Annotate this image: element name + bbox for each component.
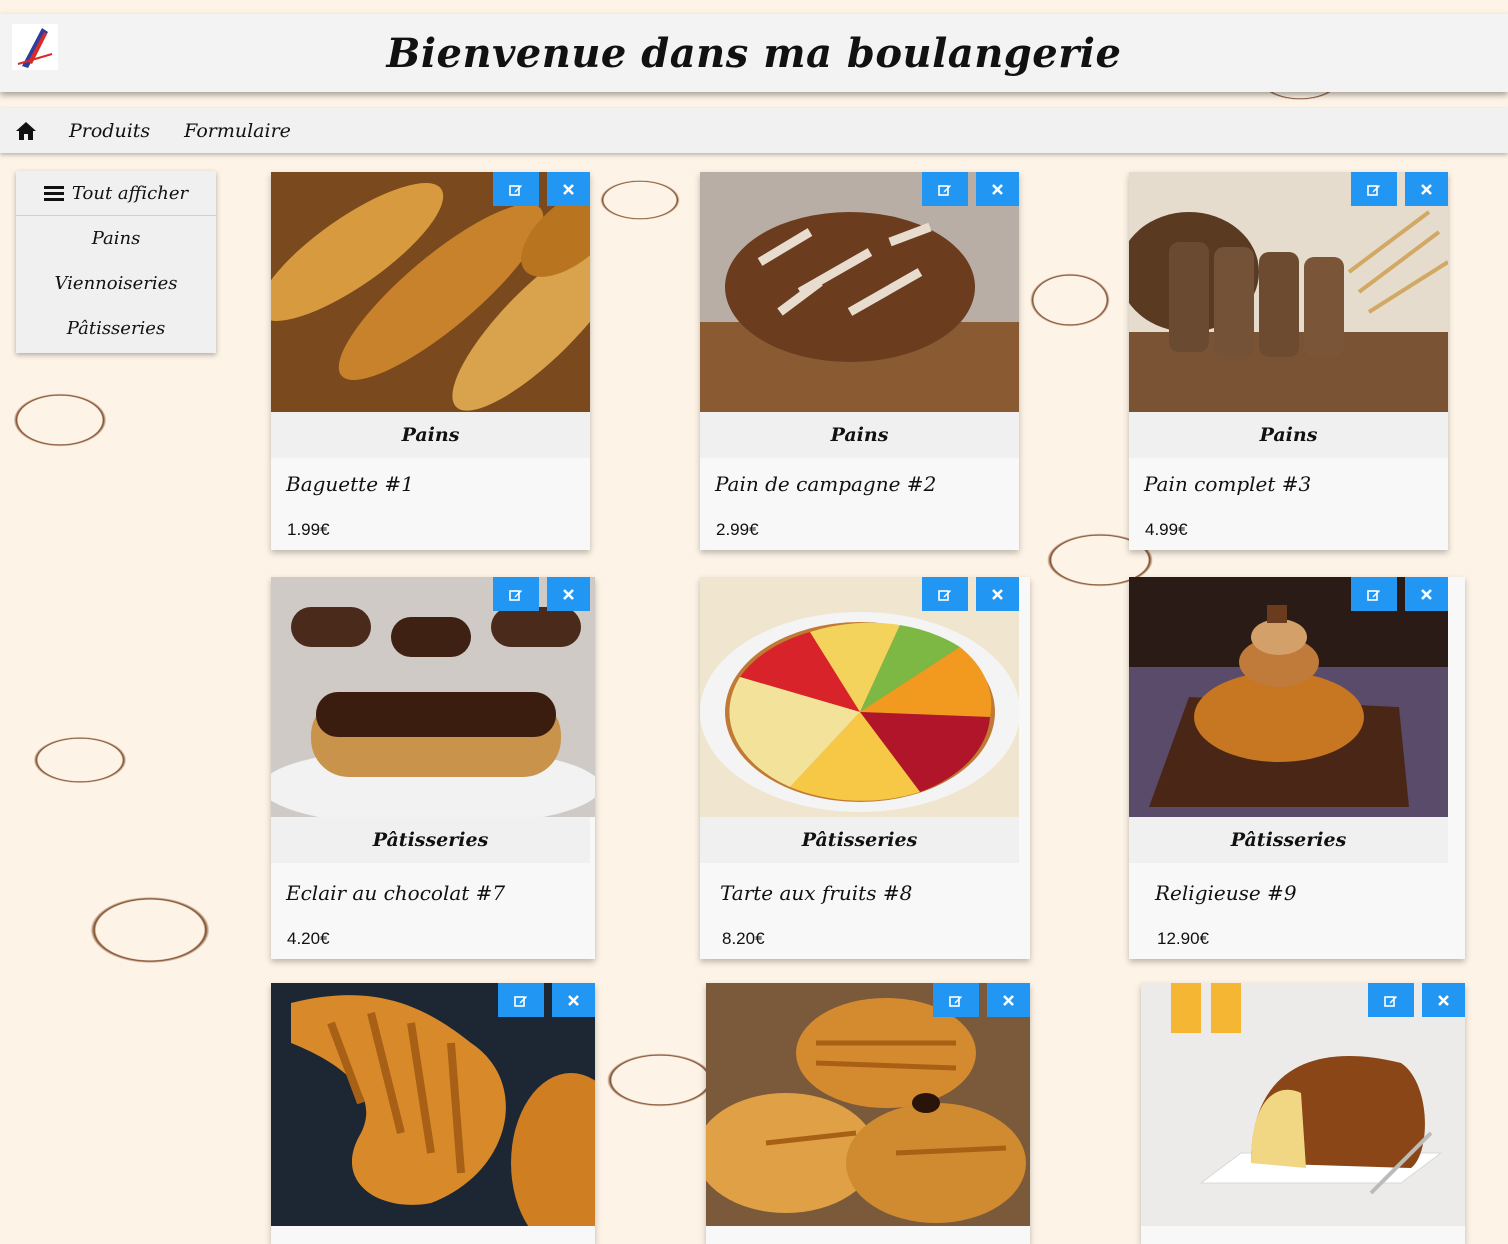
home-icon xyxy=(16,121,36,140)
edit-icon xyxy=(938,589,951,601)
delete-button[interactable] xyxy=(552,983,595,1017)
edit-button[interactable] xyxy=(1351,172,1397,206)
product-image-fruit-tart xyxy=(700,577,1019,817)
menu-icon xyxy=(43,185,64,201)
product-price: 8.20€ xyxy=(722,929,765,948)
close-icon xyxy=(563,588,574,600)
close-icon xyxy=(1421,588,1432,600)
edit-button[interactable] xyxy=(922,172,968,206)
edit-button[interactable] xyxy=(493,172,539,206)
edit-icon xyxy=(938,184,951,196)
nav-produits[interactable]: Produits xyxy=(52,108,167,153)
delete-button[interactable] xyxy=(1405,577,1448,611)
edit-icon xyxy=(514,995,527,1007)
close-icon xyxy=(568,994,579,1006)
home-link[interactable] xyxy=(0,108,52,153)
product-image-wholegrain-bread xyxy=(1129,172,1448,412)
edit-icon xyxy=(949,995,962,1007)
category-sidebar: Tout afficher Pains Viennoiseries Pâtiss… xyxy=(16,171,216,353)
product-card xyxy=(1141,983,1465,1244)
product-price: 1.99€ xyxy=(287,520,330,539)
close-icon xyxy=(563,183,574,195)
product-price: 2.99€ xyxy=(716,520,759,539)
sidebar-item-all[interactable]: Tout afficher xyxy=(16,171,216,216)
edit-icon xyxy=(509,184,522,196)
close-icon xyxy=(1438,994,1449,1006)
product-name: Pain complet #3 xyxy=(1144,472,1312,496)
sidebar-item-pains[interactable]: Pains xyxy=(16,216,216,261)
product-card: Pains Pain de campagne #2 2.99€ xyxy=(700,172,1019,550)
product-price: 4.99€ xyxy=(1145,520,1188,539)
delete-button[interactable] xyxy=(987,983,1030,1017)
product-category: Pâtisseries xyxy=(700,817,1019,863)
edit-button[interactable] xyxy=(498,983,544,1017)
delete-button[interactable] xyxy=(547,577,590,611)
site-header: Bienvenue dans ma boulangerie xyxy=(0,14,1508,92)
delete-button[interactable] xyxy=(976,172,1019,206)
edit-icon xyxy=(509,589,522,601)
navbar: Produits Formulaire xyxy=(0,108,1508,153)
sidebar-item-patisseries[interactable]: Pâtisseries xyxy=(16,306,216,351)
edit-icon xyxy=(1384,995,1397,1007)
product-category: Pains xyxy=(1129,412,1448,458)
product-image-baguettes xyxy=(271,172,590,412)
product-price: 4.20€ xyxy=(287,929,330,948)
product-name: Tarte aux fruits #8 xyxy=(720,881,913,905)
product-card: Pâtisseries Religieuse #9 12.90€ xyxy=(1129,577,1465,959)
product-image-pain-au-chocolat xyxy=(706,983,1030,1226)
close-icon xyxy=(1003,994,1014,1006)
nav-formulaire[interactable]: Formulaire xyxy=(167,108,308,153)
close-icon xyxy=(1421,183,1432,195)
edit-button[interactable] xyxy=(933,983,979,1017)
product-image-croissant xyxy=(271,983,595,1226)
page-title: Bienvenue dans ma boulangerie xyxy=(386,29,1122,77)
product-image-country-loaf xyxy=(700,172,1019,412)
product-image-chocolate-eclair xyxy=(271,577,595,817)
product-name: Baguette #1 xyxy=(286,472,414,496)
product-card: Pâtisseries Eclair au chocolat #7 4.20€ xyxy=(271,577,595,959)
edit-button[interactable] xyxy=(1351,577,1397,611)
close-icon xyxy=(992,588,1003,600)
close-icon xyxy=(992,183,1003,195)
delete-button[interactable] xyxy=(547,172,590,206)
logo xyxy=(12,24,58,70)
product-card xyxy=(271,983,595,1244)
product-card xyxy=(706,983,1030,1244)
product-card: Pains Pain complet #3 4.99€ xyxy=(1129,172,1448,550)
product-card: Pâtisseries Tarte aux fruits #8 8.20€ xyxy=(700,577,1030,959)
product-name: Pain de campagne #2 xyxy=(715,472,937,496)
product-price: 12.90€ xyxy=(1157,929,1209,948)
edit-button[interactable] xyxy=(1368,983,1414,1017)
product-category: Pâtisseries xyxy=(271,817,590,863)
product-image-brioche xyxy=(1141,983,1465,1226)
edit-icon xyxy=(1367,184,1380,196)
edit-button[interactable] xyxy=(493,577,539,611)
product-image-religieuse xyxy=(1129,577,1448,817)
delete-button[interactable] xyxy=(1422,983,1465,1017)
sidebar-item-label: Tout afficher xyxy=(71,182,189,204)
delete-button[interactable] xyxy=(1405,172,1448,206)
product-name: Eclair au chocolat #7 xyxy=(286,881,506,905)
edit-icon xyxy=(1367,589,1380,601)
edit-button[interactable] xyxy=(922,577,968,611)
delete-button[interactable] xyxy=(976,577,1019,611)
product-category: Pâtisseries xyxy=(1129,817,1448,863)
product-name: Religieuse #9 xyxy=(1155,881,1297,905)
product-category: Pains xyxy=(700,412,1019,458)
sidebar-item-viennoiseries[interactable]: Viennoiseries xyxy=(16,261,216,306)
product-category: Pains xyxy=(271,412,590,458)
product-card: Pains Baguette #1 1.99€ xyxy=(271,172,590,550)
